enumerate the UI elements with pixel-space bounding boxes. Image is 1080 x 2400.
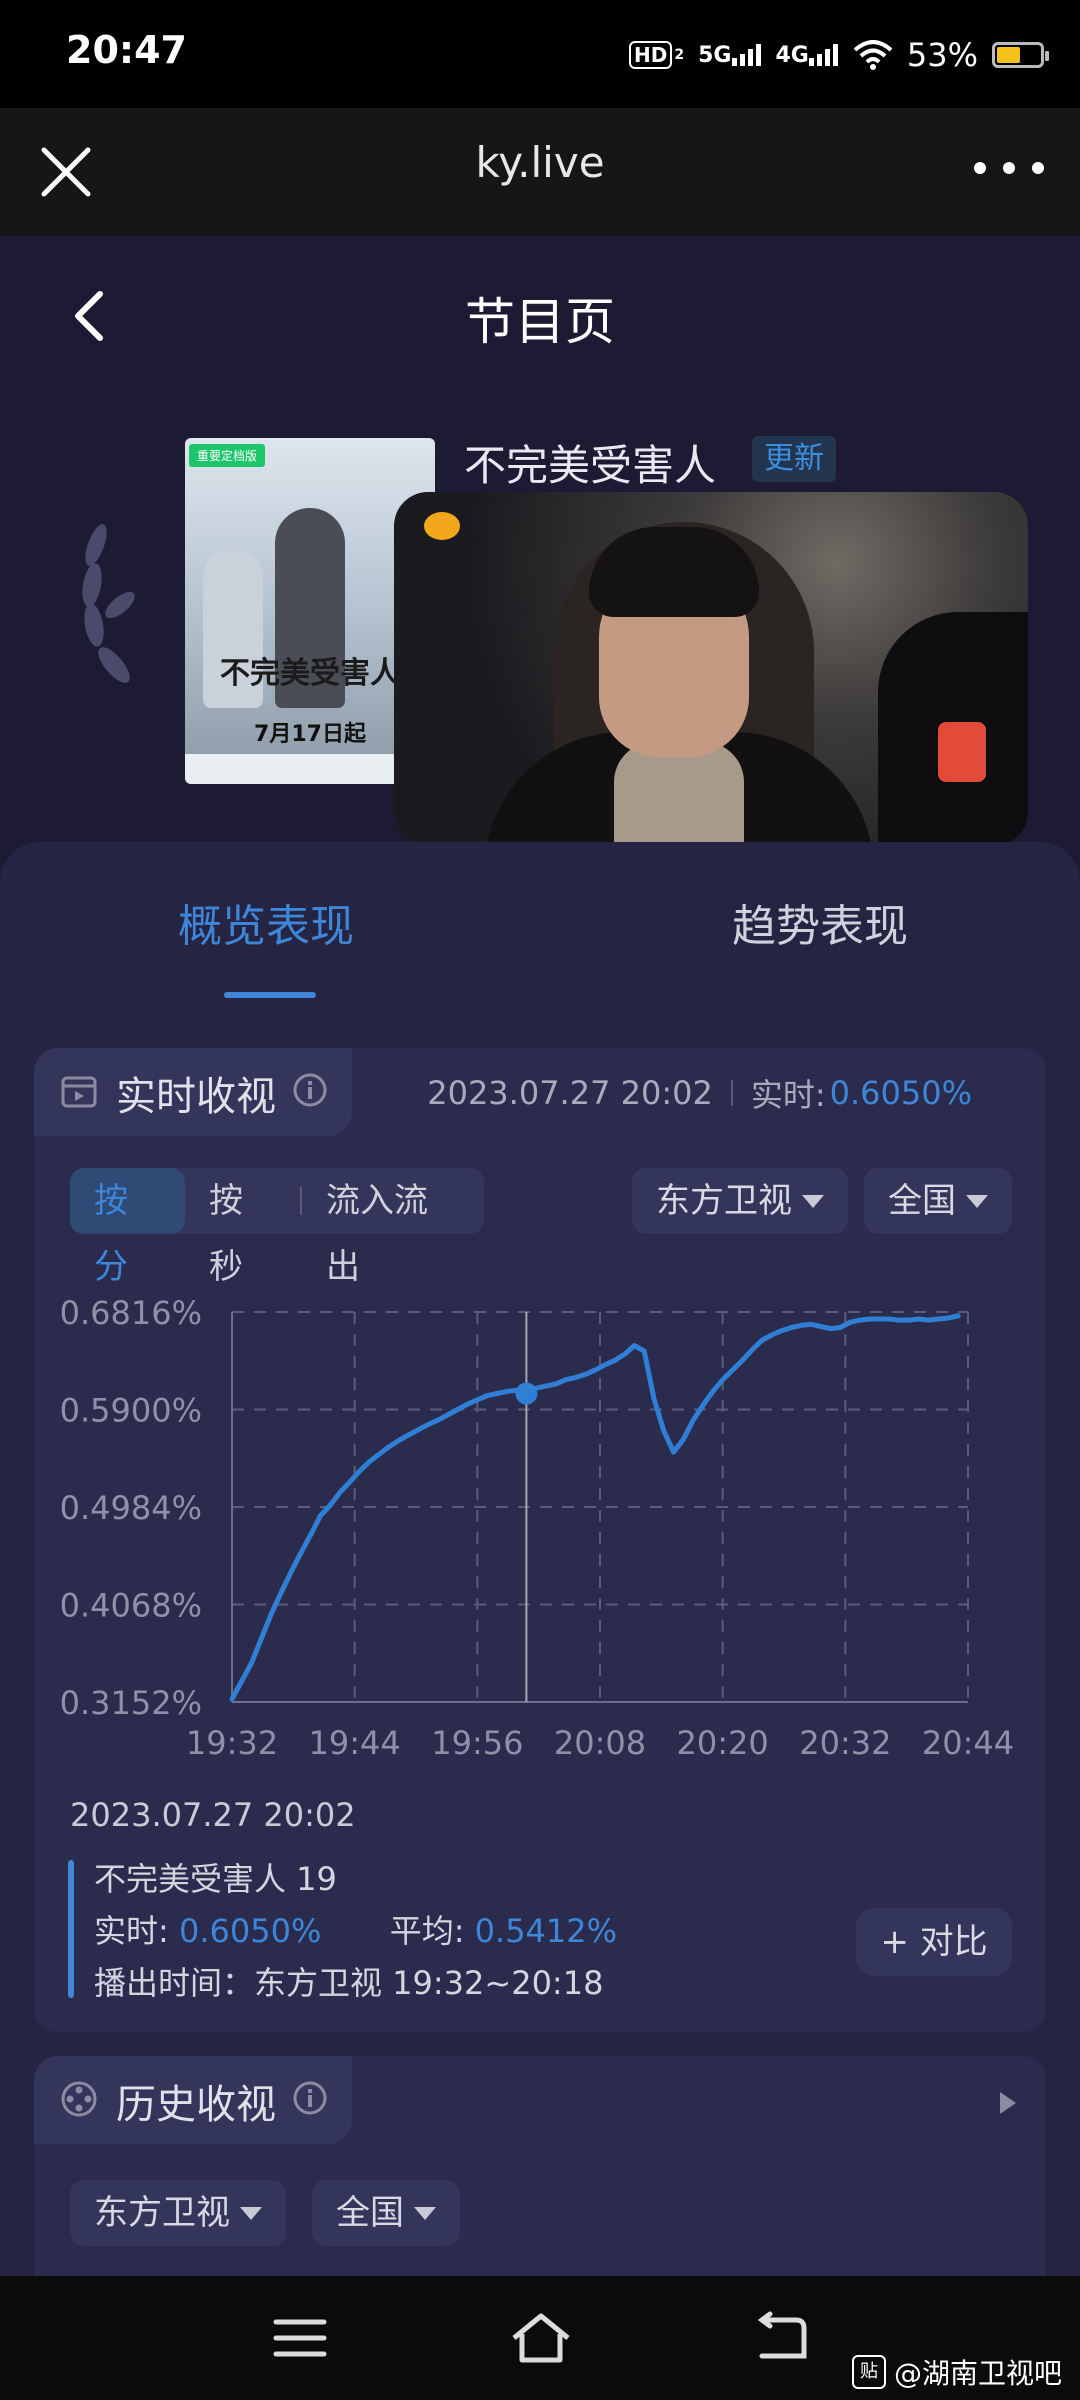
x-tick-label: 20:20 [677,1724,769,1762]
history-channel-label: 东方卫视 [94,2193,230,2233]
battery-icon [992,42,1049,68]
page-title: 节目页 [465,293,615,351]
y-tick-label: 0.4068% [60,1587,202,1625]
history-title: 历史收视 [116,2082,276,2128]
chevron-down-icon [802,1194,824,1208]
y-tick-label: 0.6816% [60,1294,202,1332]
program-logo-icon [938,722,986,782]
tieba-logo-icon: 贴 [851,2355,886,2389]
hd-icon: HD 2 [629,41,684,69]
channel-logo-icon [424,512,460,540]
x-tick-label: 20:32 [799,1724,891,1762]
detail-avg-label: 平均: [389,1912,465,1950]
menu-icon[interactable] [272,2310,328,2366]
history-channel-dropdown[interactable]: 东方卫视 [70,2180,286,2246]
play-icon[interactable] [1000,2092,1016,2114]
page-header: 节目页 [0,236,1080,386]
realtime-value: 0.6050% [829,1074,972,1112]
browser-bar: ky.live [0,108,1080,236]
back-nav-icon[interactable] [752,2310,808,2366]
info-icon[interactable] [292,2080,328,2116]
chevron-down-icon [966,1194,988,1208]
hd-label: HD [629,41,673,69]
detail-values: 实时: 0.6050% 平均: 0.5412% [94,1906,617,1952]
status-time: 20:47 [66,28,187,72]
x-tick-label: 19:32 [186,1724,278,1762]
update-badge: 更新 [752,436,836,482]
detail-rt-label: 实时: [94,1912,169,1950]
channel-dropdown-label: 东方卫视 [656,1181,792,1221]
mode-per-minute[interactable]: 按分 [70,1168,185,1287]
x-tick-label: 20:08 [554,1724,646,1762]
signal-5g-icon: 5G [698,43,761,68]
tab-overview[interactable]: 概览表现 [178,890,354,954]
channel-dropdown[interactable]: 东方卫视 [632,1168,848,1234]
tab-trend[interactable]: 趋势表现 [732,890,908,954]
x-tick-label: 19:44 [309,1724,401,1762]
realtime-header: 实时收视 [34,1048,352,1136]
compare-button[interactable]: + 对比 [856,1908,1012,1976]
detail-avg-value: 0.5412% [474,1912,618,1950]
meta-divider [730,1080,733,1106]
still-shirt [614,742,744,846]
home-icon[interactable] [508,2310,574,2366]
history-region-dropdown[interactable]: 全国 [312,2180,460,2246]
history-card: 历史收视 东方卫视 全国 [34,2056,1046,2276]
detail-datetime: 2023.07.27 20:02 [70,1796,356,1834]
calendar-play-icon [61,1076,97,1108]
status-icons: HD 2 5G 4G 53% [629,30,1049,80]
laurel-icon [82,524,135,683]
cursor-point[interactable] [515,1382,538,1405]
history-header: 历史收视 [34,2056,352,2144]
realtime-title: 实时收视 [116,1074,276,1120]
realtime-card: 实时收视 2023.07.27 20:02 实时: 0.6050% 按分 按秒 … [34,1048,1046,2032]
battery-percent: 53% [906,36,978,74]
more-menu-icon[interactable] [974,148,1044,188]
still-hair [589,527,759,617]
watermark: 贴 @湖南卫视吧 [851,2352,1062,2392]
realtime-meta: 2023.07.27 20:02 实时: 0.6050% [427,1070,972,1116]
y-tick-label: 0.3152% [60,1684,202,1722]
poster-badge: 重要定档版 [189,444,266,467]
detail-accent-bar [68,1860,74,1998]
mode-per-second[interactable]: 按秒 [185,1168,300,1287]
browser-title: ky.live [475,138,605,187]
signal-4g-icon: 4G [776,43,839,68]
y-tick-label: 0.4984% [60,1489,202,1527]
net-5g-label: 5G [698,42,732,68]
info-icon[interactable] [292,1072,328,1108]
tab-indicator [224,992,316,998]
wifi-icon [853,40,893,70]
show-name: 不完美受害人 [464,441,717,490]
realtime-line-chart[interactable]: 0.6816% 0.5900% 0.4984% 0.4068% 0.3152%19:32… [34,1268,1046,1828]
detail-rt-value: 0.6050% [178,1912,322,1950]
history-region-label: 全国 [336,2193,404,2233]
show-still-image[interactable] [394,492,1028,846]
x-tick-label: 20:44 [922,1724,1014,1762]
mode-segmented-control: 按分 按秒 流入流出 [70,1168,484,1287]
system-nav-bar: 贴 @湖南卫视吧 [0,2276,1080,2400]
detail-airtime: 播出时间：东方卫视 19:32~20:18 [94,1964,604,2002]
region-dropdown[interactable]: 全国 [864,1168,1012,1234]
watermark-text: @湖南卫视吧 [893,2357,1062,2390]
x-tick-label: 19:56 [431,1724,523,1762]
status-bar: 20:47 HD 2 5G 4G 53% [0,0,1080,108]
chevron-down-icon [240,2206,262,2220]
chevron-down-icon [414,2206,436,2220]
y-tick-label: 0.5900% [60,1392,202,1430]
hd-sub-label: 2 [674,47,685,63]
realtime-datetime: 2023.07.27 20:02 [427,1074,713,1112]
detail-episode: 不完美受害人 19 [94,1860,337,1898]
net-4g-label: 4G [775,42,809,68]
mode-flow[interactable]: 流入流出 [302,1168,484,1287]
film-reel-icon [61,2081,97,2117]
region-dropdown-label: 全国 [888,1181,956,1221]
realtime-label: 实时: [750,1076,826,1114]
